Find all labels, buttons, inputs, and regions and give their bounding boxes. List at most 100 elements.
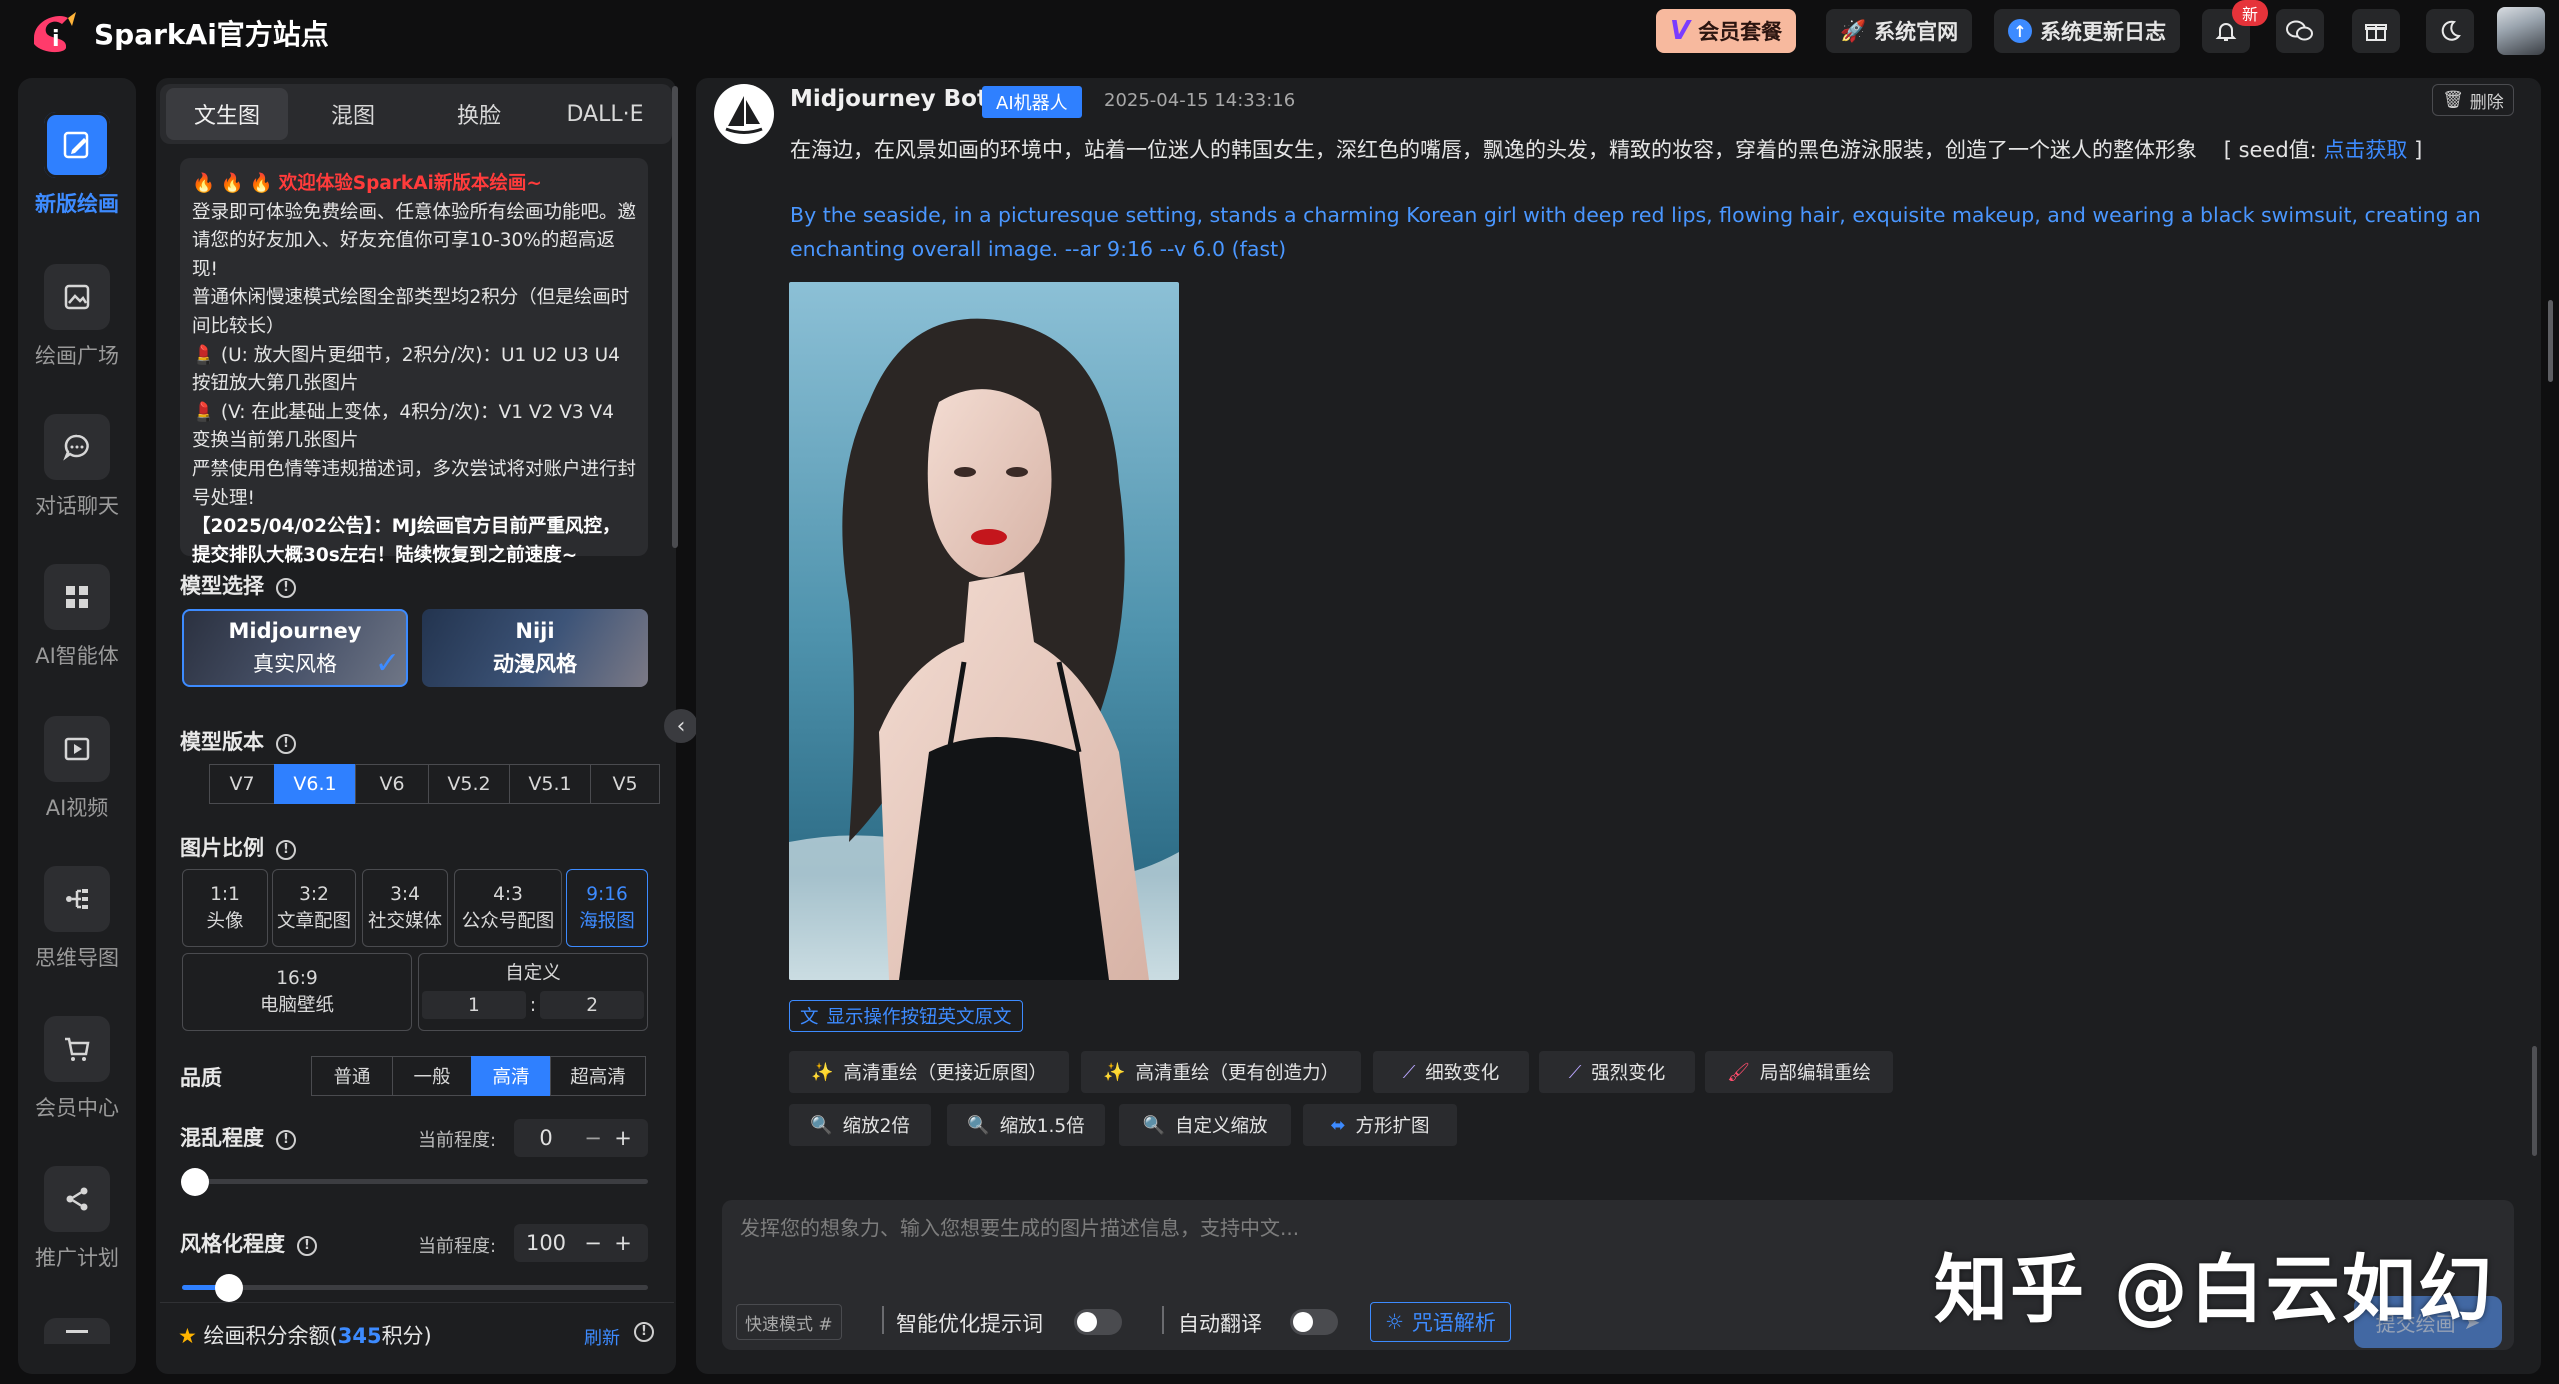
stylize-current-label: 当前程度:	[418, 1236, 497, 1257]
nav-item-gallery[interactable]: 绘画广场	[18, 264, 136, 370]
nav-item-chat[interactable]: 对话聊天	[18, 414, 136, 520]
announcement-text: 普通休闲慢速模式绘图全部类型均2积分（但是绘画时间比较长）	[192, 287, 630, 337]
tab-text-to-image[interactable]: 文生图	[166, 88, 288, 140]
vary-region-button[interactable]: 🖌 局部编辑重绘	[1705, 1051, 1893, 1093]
make-square-button[interactable]: ⬌ 方形扩图	[1303, 1104, 1457, 1146]
nav-item-promotion[interactable]: 推广计划	[18, 1166, 136, 1272]
upscale-subtle-button[interactable]: ✨ 高清重绘（更接近原图）	[789, 1051, 1069, 1093]
lipstick-icon: 💄	[192, 401, 221, 423]
info-icon[interactable]: !	[276, 734, 296, 754]
upscale-creative-button[interactable]: ✨ 高清重绘（更有创造力）	[1081, 1051, 1361, 1093]
collapse-panel-button[interactable]: ‹	[664, 709, 698, 743]
quality-option[interactable]: 普通	[311, 1056, 393, 1096]
minus-icon[interactable]: −	[578, 1126, 608, 1150]
announcement-text: 💄 (V: 在此基础上变体，4积分/次)：V1 V2 V3 V4 变换当前第几张…	[192, 401, 614, 452]
quality-option[interactable]: 一般	[392, 1056, 472, 1096]
main-scrollbar[interactable]	[2548, 300, 2553, 382]
star-icon: ★	[178, 1324, 197, 1348]
zoom-1-5x-button[interactable]: 🔍 缩放1.5倍	[947, 1104, 1105, 1146]
plus-icon[interactable]: +	[608, 1126, 638, 1150]
version-option[interactable]: V7	[209, 764, 275, 804]
custom-width-input[interactable]: 1	[421, 991, 526, 1019]
info-icon[interactable]: !	[276, 578, 296, 598]
gallery-icon	[44, 264, 110, 330]
trash-icon: 🗑	[2442, 90, 2464, 110]
user-avatar[interactable]	[2497, 7, 2545, 55]
stylize-value: 100	[525, 1231, 567, 1255]
quality-option-selected[interactable]: 高清	[471, 1056, 551, 1096]
minus-icon[interactable]: −	[578, 1231, 608, 1255]
seed-link[interactable]: 点击获取	[2323, 138, 2407, 162]
model-card-niji[interactable]: Niji 动漫风格	[422, 609, 648, 687]
version-option-selected[interactable]: V6.1	[274, 764, 356, 804]
stylize-slider-track[interactable]	[182, 1285, 648, 1290]
bot-avatar	[714, 84, 774, 144]
info-icon[interactable]: !	[297, 1236, 317, 1256]
stylize-stepper[interactable]: 100 − +	[514, 1224, 648, 1262]
chaos-slider-track[interactable]	[182, 1179, 648, 1184]
nav-more-icon[interactable]	[44, 1318, 110, 1344]
model-card-midjourney[interactable]: Midjourney 真实风格 ✓	[182, 609, 408, 687]
smart-optimize-toggle[interactable]	[1074, 1309, 1122, 1335]
main-scrollbar-inner[interactable]	[2532, 1046, 2537, 1156]
chaos-stepper[interactable]: 0 − +	[514, 1119, 648, 1157]
nav-item-mindmap[interactable]: 思维导图	[18, 866, 136, 972]
ratio-option-3-2[interactable]: 3:2 文章配图	[272, 869, 356, 947]
ratio-option-4-3[interactable]: 4:3 公众号配图	[454, 869, 562, 947]
version-option[interactable]: V5	[590, 764, 660, 804]
fire-icon: 🔥 🔥 🔥	[192, 173, 279, 194]
ratio-option-1-1[interactable]: 1:1 头像	[182, 869, 268, 947]
info-icon[interactable]: !	[276, 1130, 296, 1150]
fast-mode-tag[interactable]: 快速模式 #	[736, 1304, 842, 1340]
vary-subtle-button[interactable]: ⟋ 细致变化	[1373, 1051, 1529, 1093]
prompt-chinese: 在海边，在风景如画的环境中，站着一位迷人的韩国女生，深红色的嘴唇，飘逸的头发，精…	[790, 138, 2423, 162]
check-icon: ✓	[374, 646, 400, 681]
watermark: 知乎 @白云如幻	[1934, 1247, 2494, 1333]
divider	[882, 1306, 884, 1334]
moon-icon[interactable]	[2426, 9, 2474, 53]
sun-icon: ☼	[1385, 1310, 1404, 1334]
generated-image[interactable]	[789, 282, 1179, 980]
nav-item-ai-video[interactable]: AI视频	[18, 716, 136, 822]
info-icon[interactable]: !	[276, 840, 296, 860]
panel-scrollbar[interactable]	[672, 86, 678, 548]
ratio-section-title: 图片比例!	[180, 832, 296, 862]
info-icon[interactable]: !	[634, 1322, 654, 1342]
ratio-option-9-16[interactable]: 9:16 海报图	[566, 869, 648, 947]
plus-icon[interactable]: +	[608, 1231, 638, 1255]
quality-option[interactable]: 超高清	[550, 1056, 646, 1096]
custom-height-input[interactable]: 2	[540, 991, 645, 1019]
version-option[interactable]: V6	[355, 764, 429, 804]
vary-strong-button[interactable]: ⟋ 强烈变化	[1539, 1051, 1695, 1093]
rocket-icon: 🚀	[1840, 18, 1867, 43]
ratio-option-16-9[interactable]: 16:9 电脑壁纸	[182, 953, 412, 1031]
logo-icon: i	[28, 8, 80, 54]
bot-tag: AI机器人	[982, 86, 1082, 118]
ratio-option-3-4[interactable]: 3:4 社交媒体	[362, 869, 448, 947]
auto-translate-toggle[interactable]	[1290, 1309, 1338, 1335]
nav-item-new-drawing[interactable]: 新版绘画	[18, 112, 136, 218]
expand-icon: ⬌	[1330, 1114, 1346, 1136]
refresh-link[interactable]: 刷新	[584, 1324, 620, 1350]
version-option[interactable]: V5.2	[428, 764, 510, 804]
nav-item-ai-agent[interactable]: AI智能体	[18, 564, 136, 670]
announcement-text: 【2025/04/02公告】：MJ绘画官方目前严重风控，提交排队大概30s左右！…	[192, 516, 621, 566]
delete-button[interactable]: 🗑 删除	[2432, 84, 2514, 116]
chaos-slider-knob[interactable]	[181, 1168, 209, 1196]
changelog-button[interactable]: ↑ 系统更新日志	[1994, 9, 2180, 53]
show-english-toggle[interactable]: 文 显示操作按钮英文原文	[789, 1000, 1023, 1032]
cart-icon	[44, 1016, 110, 1082]
vip-plan-button[interactable]: V 会员套餐	[1656, 9, 1797, 53]
tab-dalle[interactable]: DALL·E	[544, 88, 666, 140]
wechat-icon[interactable]	[2276, 9, 2324, 53]
gift-icon[interactable]	[2352, 9, 2400, 53]
stylize-slider-knob[interactable]	[214, 1274, 243, 1302]
tab-face-swap[interactable]: 换脸	[418, 88, 540, 140]
custom-zoom-button[interactable]: 🔍 自定义缩放	[1119, 1104, 1291, 1146]
official-site-button[interactable]: 🚀 系统官网	[1826, 9, 1973, 53]
nav-item-member-center[interactable]: 会员中心	[18, 1016, 136, 1122]
spell-parse-button[interactable]: ☼ 咒语解析	[1370, 1302, 1511, 1342]
tab-blend[interactable]: 混图	[292, 88, 414, 140]
zoom-2x-button[interactable]: 🔍 缩放2倍	[789, 1104, 931, 1146]
version-option[interactable]: V5.1	[509, 764, 591, 804]
